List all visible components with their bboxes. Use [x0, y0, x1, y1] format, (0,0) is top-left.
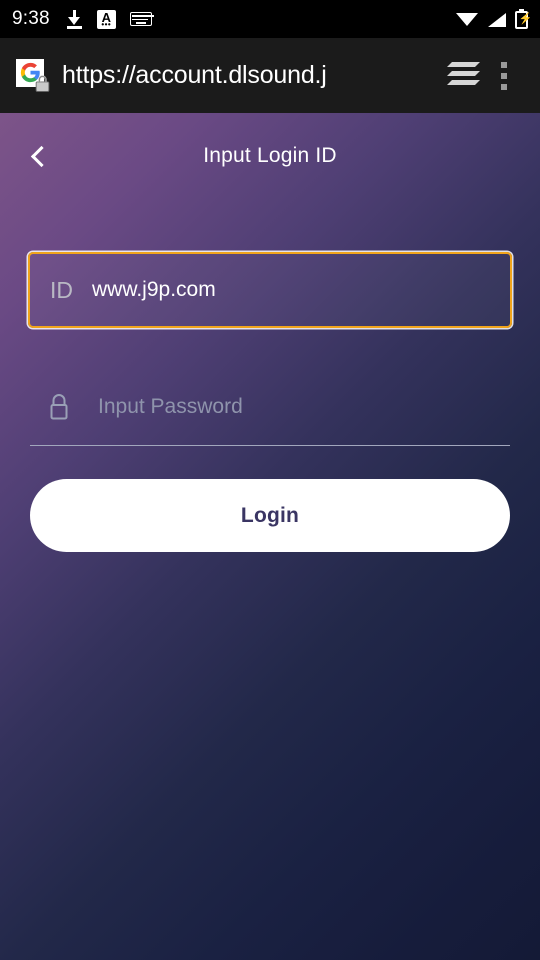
lock-icon	[46, 392, 72, 422]
status-clock: 9:38	[12, 8, 50, 29]
url-text[interactable]: https://account.dlsound.j	[62, 61, 436, 90]
password-input[interactable]: Input Password	[30, 368, 510, 446]
id-field-label: ID	[50, 276, 73, 303]
back-chevron-icon[interactable]	[14, 131, 64, 181]
page-title: Input Login ID	[203, 143, 337, 167]
login-button[interactable]: Login	[30, 479, 510, 552]
status-right-icons: ⚡	[456, 9, 532, 29]
id-field-value: www.j9p.com	[92, 278, 216, 301]
login-page: Input Login ID ID www.j9p.com Input Pass…	[0, 113, 540, 960]
tabs-stack-icon[interactable]	[442, 59, 484, 93]
caption-a-icon: A •••	[96, 9, 116, 29]
overflow-menu-icon[interactable]	[484, 59, 524, 93]
password-placeholder: Input Password	[98, 394, 243, 418]
wifi-icon	[456, 11, 478, 28]
lock-badge-icon	[35, 75, 50, 92]
google-favicon	[16, 58, 52, 93]
status-bar: 9:38 A ••• ⚡	[0, 0, 540, 38]
phone-screen: 9:38 A ••• ⚡ https://account.dlsound.j I…	[0, 0, 540, 960]
browser-address-bar[interactable]: https://account.dlsound.j	[0, 38, 540, 113]
status-left-icons: A •••	[66, 9, 456, 29]
battery-charging-icon: ⚡	[515, 9, 532, 29]
id-field-wrapper: ID www.j9p.com	[28, 252, 512, 328]
app-header: Input Login ID	[0, 113, 540, 198]
login-button-label: Login	[240, 503, 300, 527]
download-icon	[66, 9, 83, 29]
keyboard-icon	[129, 12, 152, 26]
id-input[interactable]: ID www.j9p.com	[28, 252, 512, 328]
cellular-signal-icon	[487, 11, 506, 28]
